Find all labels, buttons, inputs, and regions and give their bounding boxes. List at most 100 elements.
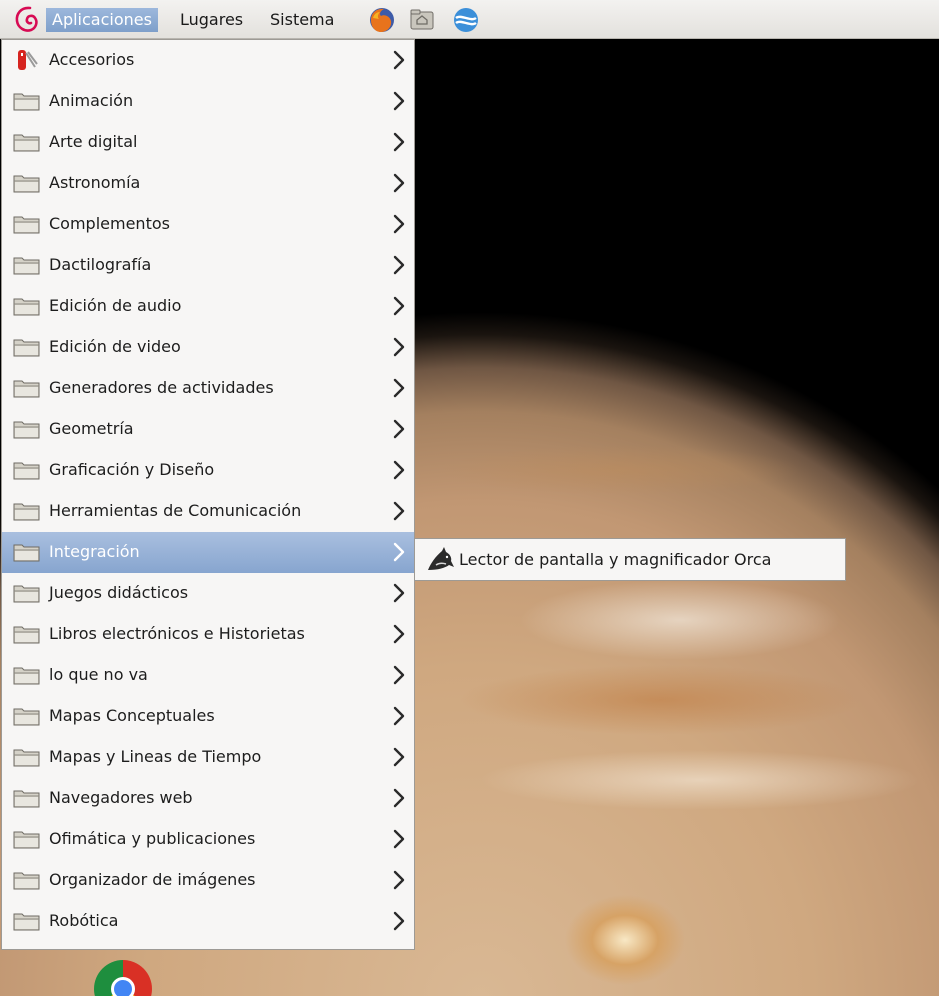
- menu-item-label: Arte digital: [49, 132, 138, 151]
- menu-item[interactable]: Ofimática y publicaciones: [2, 819, 414, 860]
- chevron-right-icon: [393, 870, 405, 890]
- folder-icon: [13, 257, 40, 275]
- folder-icon: [13, 298, 40, 316]
- menu-item-label: Geometría: [49, 419, 134, 438]
- orca-menu-item[interactable]: Lector de pantalla y magnificador Orca: [459, 549, 771, 571]
- integracion-submenu: Lector de pantalla y magnificador Orca: [414, 538, 846, 581]
- folder-icon: [13, 831, 40, 849]
- folder-icon: [13, 749, 40, 767]
- folder-icon: [13, 667, 40, 685]
- menu-item-label: Navegadores web: [49, 788, 193, 807]
- chevron-right-icon: [393, 911, 405, 931]
- menu-item-label: Ofimática y publicaciones: [49, 829, 256, 848]
- menu-item[interactable]: Complementos: [2, 204, 414, 245]
- folder-icon: [13, 380, 40, 398]
- menu-item-label: Graficación y Diseño: [49, 460, 215, 479]
- chevron-right-icon: [393, 50, 405, 70]
- menu-item-label: Libros electrónicos e Historietas: [49, 624, 305, 643]
- menu-item[interactable]: Organizador de imágenes: [2, 860, 414, 901]
- folder-icon: [13, 93, 40, 111]
- menu-item-label: Generadores de actividades: [49, 378, 274, 397]
- menu-item-label: Mapas Conceptuales: [49, 706, 215, 725]
- folder-icon: [13, 585, 40, 603]
- folder-icon: [13, 626, 40, 644]
- folder-icon: [13, 913, 40, 931]
- menu-item[interactable]: Mapas Conceptuales: [2, 696, 414, 737]
- top-panel: Aplicaciones Lugares Sistema: [0, 0, 939, 39]
- chevron-right-icon: [393, 132, 405, 152]
- firefox-icon[interactable]: [368, 6, 396, 34]
- menu-item[interactable]: Animación: [2, 81, 414, 122]
- menu-aplicaciones[interactable]: Aplicaciones: [46, 8, 158, 32]
- orca-icon: [428, 547, 454, 570]
- menu-item-label: Herramientas de Comunicación: [49, 501, 302, 520]
- chevron-right-icon: [393, 378, 405, 398]
- menu-item[interactable]: Edición de audio: [2, 286, 414, 327]
- menu-item-label: Astronomía: [49, 173, 141, 192]
- menu-item-label: Integración: [49, 542, 140, 561]
- chevron-right-icon: [393, 173, 405, 193]
- folder-icon: [13, 175, 40, 193]
- chevron-right-icon: [393, 542, 405, 562]
- folder-icon: [13, 421, 40, 439]
- menu-item[interactable]: Integración: [2, 532, 414, 573]
- menu-item[interactable]: Mapas y Lineas de Tiempo: [2, 737, 414, 778]
- menu-item[interactable]: Robótica: [2, 901, 414, 942]
- accessories-icon: [18, 50, 38, 70]
- chevron-right-icon: [393, 706, 405, 726]
- folder-icon: [13, 872, 40, 890]
- chevron-right-icon: [393, 788, 405, 808]
- chevron-right-icon: [393, 460, 405, 480]
- menu-item[interactable]: Accesorios: [2, 40, 414, 81]
- chevron-right-icon: [393, 665, 405, 685]
- chevron-right-icon: [393, 583, 405, 603]
- menu-item-label: Mapas y Lineas de Tiempo: [49, 747, 262, 766]
- menu-item[interactable]: Juegos didácticos: [2, 573, 414, 614]
- menu-item-label: Animación: [49, 91, 134, 110]
- menu-sistema[interactable]: Sistema: [264, 8, 340, 32]
- folder-icon: [13, 462, 40, 480]
- menu-item-label: Organizador de imágenes: [49, 870, 256, 889]
- menu-item[interactable]: Graficación y Diseño: [2, 450, 414, 491]
- menu-item-label: Dactilografía: [49, 255, 152, 274]
- folder-icon: [13, 790, 40, 808]
- chevron-right-icon: [393, 501, 405, 521]
- chevron-right-icon: [393, 214, 405, 234]
- chevron-right-icon: [393, 337, 405, 357]
- folder-icon: [13, 708, 40, 726]
- menu-item[interactable]: Navegadores web: [2, 778, 414, 819]
- menu-item-label: Accesorios: [49, 50, 135, 69]
- web-browser-icon[interactable]: [452, 6, 480, 34]
- chevron-right-icon: [393, 624, 405, 644]
- menu-item[interactable]: lo que no va: [2, 655, 414, 696]
- menu-item-label: lo que no va: [49, 665, 148, 684]
- folder-icon: [13, 503, 40, 521]
- menu-item[interactable]: Generadores de actividades: [2, 368, 414, 409]
- menu-item-label: Complementos: [49, 214, 170, 233]
- chevron-right-icon: [393, 296, 405, 316]
- debian-logo-icon[interactable]: [12, 4, 44, 36]
- menu-item[interactable]: Libros electrónicos e Historietas: [2, 614, 414, 655]
- menu-item[interactable]: Herramientas de Comunicación: [2, 491, 414, 532]
- folder-icon: [13, 339, 40, 357]
- chevron-right-icon: [393, 829, 405, 849]
- menu-item[interactable]: Dactilografía: [2, 245, 414, 286]
- chevron-right-icon: [393, 747, 405, 767]
- menu-item-label: Juegos didácticos: [49, 583, 189, 602]
- chevron-right-icon: [393, 255, 405, 275]
- menu-lugares[interactable]: Lugares: [174, 8, 249, 32]
- folder-icon: [13, 216, 40, 234]
- menu-item[interactable]: Astronomía: [2, 163, 414, 204]
- home-folder-icon[interactable]: [408, 6, 436, 34]
- menu-item[interactable]: Arte digital: [2, 122, 414, 163]
- menu-item-label: Edición de audio: [49, 296, 182, 315]
- chevron-right-icon: [393, 419, 405, 439]
- chevron-right-icon: [393, 91, 405, 111]
- menu-item[interactable]: Edición de video: [2, 327, 414, 368]
- folder-icon: [13, 134, 40, 152]
- menu-item[interactable]: Geometría: [2, 409, 414, 450]
- applications-menu: Accesorios Animación Arte digital Astronomí…: [1, 39, 415, 950]
- menu-item-label: Robótica: [49, 911, 119, 930]
- menu-item-label: Edición de video: [49, 337, 181, 356]
- folder-icon: [13, 544, 40, 562]
